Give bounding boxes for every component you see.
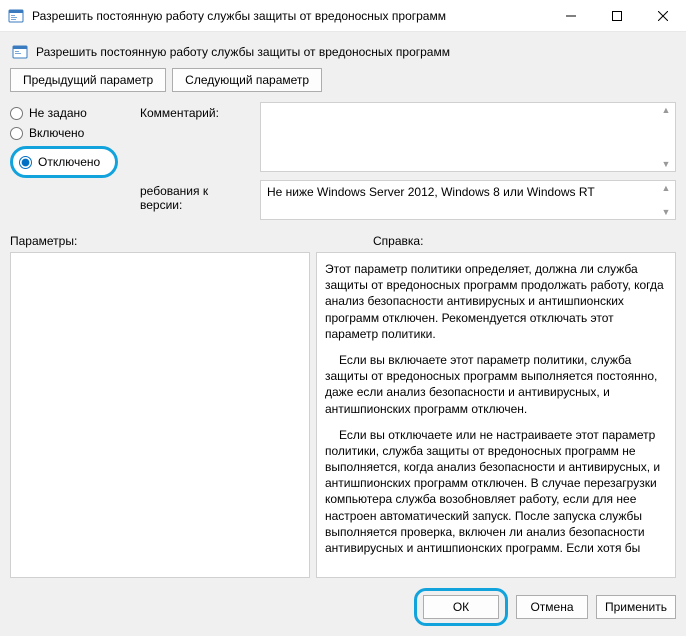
title-bar: Разрешить постоянную работу службы защит… [0, 0, 686, 32]
top-grid: Не задано Включено Отключено Комментарий… [10, 102, 676, 220]
req-scroll: ▲ ▼ [659, 183, 673, 217]
content-area: Разрешить постоянную работу службы защит… [0, 32, 686, 636]
radio-enabled-input[interactable] [10, 127, 23, 140]
comment-scroll: ▲ ▼ [659, 105, 673, 169]
radio-disabled-label: Отключено [38, 155, 100, 169]
help-pane: Этот параметр политики определяет, должн… [316, 252, 676, 578]
requirements-label: ребования к версии: [140, 180, 250, 212]
comment-box[interactable]: ▲ ▼ [260, 102, 676, 172]
nav-row: Предыдущий параметр Следующий параметр [10, 68, 676, 92]
apply-button[interactable]: Применить [596, 595, 676, 619]
radio-not-configured-input[interactable] [10, 107, 23, 120]
ok-highlight-wrap: ОК [414, 588, 508, 626]
help-p1: Этот параметр политики определяет, должн… [325, 261, 667, 342]
radio-enabled[interactable]: Включено [10, 126, 130, 140]
scroll-up-icon[interactable]: ▲ [659, 105, 673, 115]
minimize-button[interactable] [548, 0, 594, 31]
scroll-down-icon[interactable]: ▼ [659, 159, 673, 169]
window-title: Разрешить постоянную работу службы защит… [32, 9, 548, 23]
help-p2: Если вы включаете этот параметр политики… [325, 352, 667, 417]
mid-labels: Параметры: Справка: [10, 234, 676, 248]
footer: ОК Отмена Применить [10, 578, 676, 626]
radio-disabled[interactable]: Отключено [10, 146, 118, 178]
radio-disabled-input[interactable] [19, 156, 32, 169]
window-controls [548, 0, 686, 31]
maximize-button[interactable] [594, 0, 640, 31]
requirements-text: Не ниже Windows Server 2012, Windows 8 и… [267, 185, 595, 199]
help-p3: Если вы отключаете или не настраиваете э… [325, 427, 667, 557]
ok-button[interactable]: ОК [423, 595, 499, 619]
options-label: Параметры: [10, 234, 343, 248]
previous-setting-button[interactable]: Предыдущий параметр [10, 68, 166, 92]
panes: Этот параметр политики определяет, должн… [10, 252, 676, 578]
state-radios: Не задано Включено Отключено [10, 102, 130, 178]
scroll-down-icon[interactable]: ▼ [659, 207, 673, 217]
options-pane [10, 252, 310, 578]
app-icon [8, 8, 24, 24]
radio-not-configured-label: Не задано [29, 106, 87, 120]
close-button[interactable] [640, 0, 686, 31]
scroll-up-icon[interactable]: ▲ [659, 183, 673, 193]
cancel-button[interactable]: Отмена [516, 595, 588, 619]
policy-header: Разрешить постоянную работу службы защит… [10, 40, 676, 68]
help-label: Справка: [343, 234, 676, 248]
policy-subtitle: Разрешить постоянную работу службы защит… [36, 45, 450, 59]
next-setting-button[interactable]: Следующий параметр [172, 68, 322, 92]
policy-icon [12, 44, 28, 60]
radio-not-configured[interactable]: Не задано [10, 106, 130, 120]
radio-enabled-label: Включено [29, 126, 84, 140]
comment-label: Комментарий: [140, 102, 250, 120]
requirements-box: Не ниже Windows Server 2012, Windows 8 и… [260, 180, 676, 220]
